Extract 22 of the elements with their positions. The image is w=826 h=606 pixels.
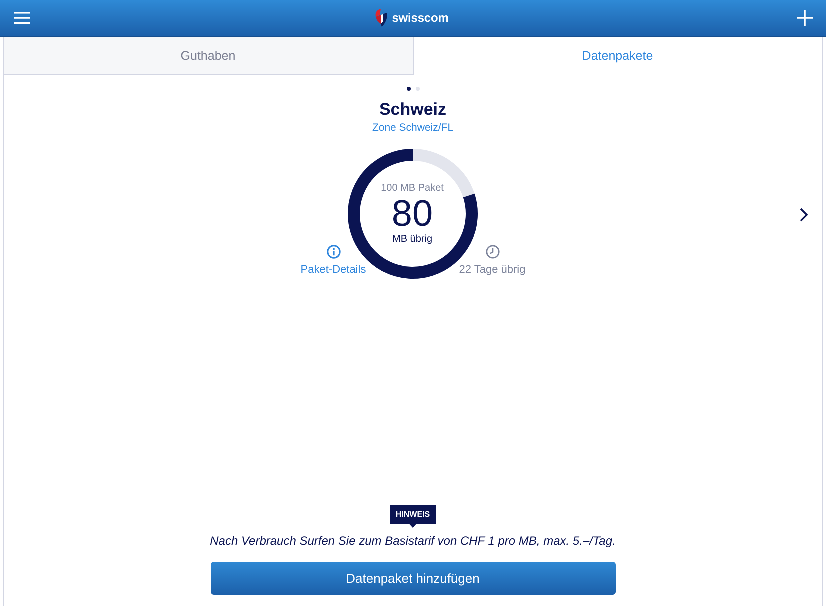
add-data-package-button[interactable]: Datenpaket hinzufügen (210, 562, 616, 595)
add-button[interactable] (797, 10, 813, 26)
notice-text: Nach Verbrauch Surfen Sie zum Basistarif von CHF 1 pro MB, max. 5.–/Tag. (210, 533, 616, 549)
zone-label: Zone Schweiz/FL (372, 121, 454, 135)
next-slide-button[interactable] (800, 208, 808, 222)
info-icon (326, 245, 340, 259)
package-title: Schweiz (379, 99, 447, 121)
tab[interactable]: Guthaben (4, 37, 414, 75)
clock-icon (486, 245, 500, 259)
package-details-link[interactable]: Paket-Details (294, 245, 374, 277)
menu-icon (14, 12, 30, 24)
remaining-amount: 80 (392, 195, 434, 233)
package-size: 100 MB Paket (381, 182, 444, 195)
plus-icon (797, 10, 813, 26)
logo-icon (375, 9, 388, 27)
logo-text: swisscom (392, 11, 449, 25)
pager-dot[interactable] (406, 87, 410, 91)
notice-badge: HINWEIS (390, 505, 436, 528)
days-left-text: 22 Tage übrig (459, 264, 526, 277)
remaining-unit: MB übrig (392, 233, 432, 246)
chevron-right-icon (800, 208, 808, 222)
menu-button[interactable] (14, 10, 30, 26)
